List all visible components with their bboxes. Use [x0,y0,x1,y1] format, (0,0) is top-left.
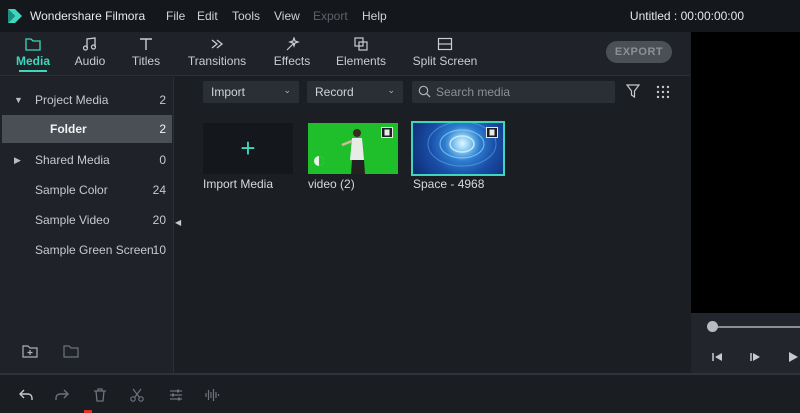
library-item-label: Sample Green Screen [35,243,154,257]
elements-icon [354,37,368,51]
library-item-count: 2 [159,93,166,107]
menu-tools[interactable]: Tools [232,9,260,23]
text-icon [140,38,152,50]
folder-icon[interactable] [63,344,79,358]
media-item-label: Space - 4968 [413,177,485,191]
library-item-project-media[interactable]: ▼ Project Media 2 [2,86,172,114]
grid-view-icon[interactable] [656,85,670,99]
tab-titles-label: Titles [131,54,161,68]
cut-icon[interactable] [129,387,145,403]
tab-effects-label: Effects [273,54,311,68]
filter-icon[interactable] [626,84,640,98]
menu-view[interactable]: View [274,9,300,23]
library-item-count: 10 [152,243,166,257]
search-box[interactable] [412,81,615,103]
tab-transitions[interactable]: Transitions [186,32,248,76]
import-dropdown[interactable]: Import ⌄ [203,81,299,103]
menu-file[interactable]: File [166,9,185,23]
library-item-label: Sample Video [35,213,110,227]
tab-effects[interactable]: Effects [270,32,314,76]
record-dropdown[interactable]: Record ⌄ [307,81,403,103]
export-button[interactable]: EXPORT [606,41,672,63]
new-folder-icon[interactable] [22,344,38,358]
media-toolbar: Import ⌄ Record ⌄ [188,77,690,107]
play-icon[interactable] [787,351,799,363]
menu-help[interactable]: Help [362,9,387,23]
music-note-icon [82,37,97,51]
preview-scrub-track[interactable] [712,326,800,328]
undo-icon[interactable] [18,387,34,403]
expand-caret-icon[interactable]: ▼ [14,95,23,105]
library-item-folder[interactable]: Folder 2 [2,115,172,143]
library-item-count: 2 [159,122,166,136]
tab-audio[interactable]: Audio [72,32,108,76]
library-item-sample-color[interactable]: Sample Color 24 [2,176,172,204]
chevron-down-icon: ⌄ [387,85,395,95]
effects-icon [286,37,300,51]
library-item-count: 0 [159,153,166,167]
library-item-label: Shared Media [35,153,110,167]
tab-transitions-label: Transitions [187,54,247,68]
media-item-video-2[interactable]: video (2) [308,123,398,191]
film-icon [381,127,393,138]
menu-export[interactable]: Export [313,9,348,23]
library-item-label: Sample Color [35,183,108,197]
collapse-panel-icon[interactable]: ◀ [175,218,181,227]
split-screen-icon [437,37,453,51]
import-media-card[interactable]: + Import Media [203,123,293,191]
library-item-count: 24 [152,183,166,197]
film-icon [486,127,498,138]
media-item-space-4968[interactable]: Space - 4968 [411,121,505,191]
folder-icon [25,38,41,51]
preview-viewer [691,32,800,313]
timeline-toolbar [0,373,800,413]
chevron-down-icon: ⌄ [283,85,291,95]
audio-waveform-icon[interactable] [204,387,220,403]
search-input[interactable] [436,85,606,99]
expand-caret-icon[interactable]: ▶ [14,155,21,166]
tab-elements-label: Elements [335,54,387,68]
adjust-icon[interactable] [168,387,184,403]
video-thumbnail[interactable] [411,121,505,176]
library-item-label: Folder [50,122,87,136]
media-item-label: Import Media [203,177,274,191]
delete-icon[interactable] [92,387,108,403]
library-item-count: 20 [152,213,166,227]
menu-edit[interactable]: Edit [197,9,218,23]
app-name: Wondershare Filmora [30,9,146,23]
media-library-panel: ▼ Project Media 2 Folder 2 ▶ Shared Medi… [0,77,174,373]
import-dropdown-label: Import [211,85,246,99]
library-item-shared-media[interactable]: ▶ Shared Media 0 [2,146,172,174]
tab-audio-label: Audio [74,54,106,68]
record-dropdown-label: Record [315,85,354,99]
tab-media[interactable]: Media [12,32,54,76]
skip-back-icon[interactable] [711,351,723,363]
video-thumbnail[interactable] [308,123,398,174]
title-bar: Wondershare Filmora File Edit Tools View… [0,0,800,32]
tab-elements[interactable]: Elements [334,32,388,76]
search-icon [418,85,431,98]
redo-icon[interactable] [54,387,70,403]
tab-titles[interactable]: Titles [128,32,164,76]
library-item-sample-green-screen[interactable]: Sample Green Screen 10 [2,236,172,264]
project-title: Untitled : 00:00:00:00 [629,9,744,23]
module-toolbar: Media Audio Titles Transitions Effects E… [0,32,690,76]
tab-split-screen[interactable]: Split Screen [412,32,478,76]
add-media-plus-icon[interactable]: + [203,123,293,174]
library-item-sample-video[interactable]: Sample Video 20 [2,206,172,234]
play-step-icon[interactable] [749,351,761,363]
filmora-logo-icon [8,9,22,23]
library-item-label: Project Media [35,93,109,107]
tab-media-label: Media [15,54,50,68]
media-item-label: video (2) [308,177,355,191]
transition-icon [211,39,224,49]
tab-split-screen-label: Split Screen [412,54,478,68]
preview-scrub-handle[interactable] [707,321,718,332]
